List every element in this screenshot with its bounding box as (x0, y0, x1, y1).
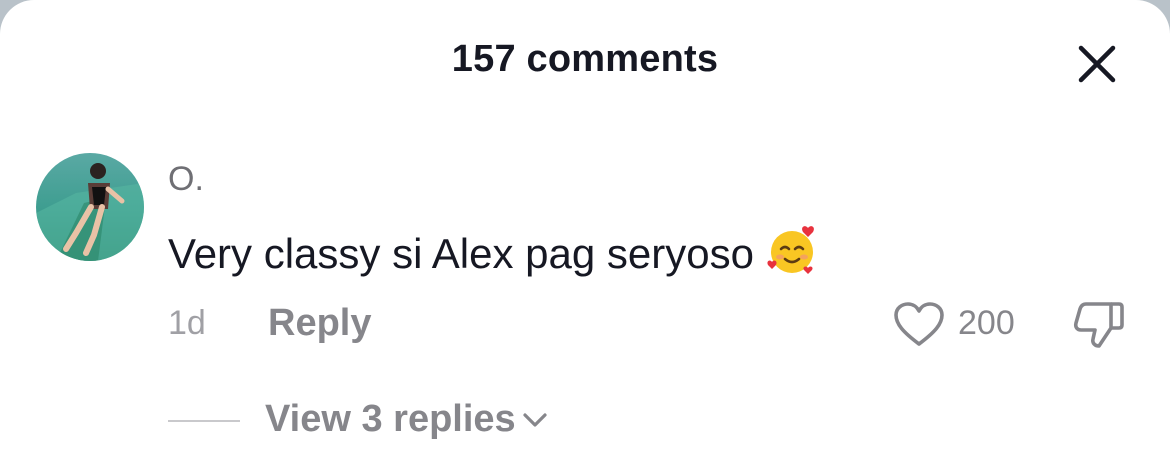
like-count: 200 (958, 304, 1015, 342)
comment-timestamp: 1d (168, 304, 206, 342)
avatar[interactable] (36, 153, 144, 261)
thumbs-down-icon (1073, 302, 1124, 348)
reply-button[interactable]: Reply (268, 302, 371, 345)
heart-icon (894, 302, 944, 346)
view-replies-button[interactable]: View 3 replies (265, 398, 548, 441)
dislike-button[interactable] (1068, 296, 1128, 352)
replies-divider (168, 420, 240, 422)
close-icon (1078, 45, 1116, 83)
close-button[interactable] (1073, 40, 1121, 88)
comment-text: Very classy si Alex pag seryoso (168, 222, 820, 288)
comment-username[interactable]: O. (168, 160, 204, 199)
comments-sheet: 157 comments O. Very classy si Alex pag … (0, 0, 1170, 475)
chevron-down-icon (522, 411, 548, 429)
comment-body: Very classy si Alex pag seryoso (168, 230, 754, 277)
comments-count-title: 157 comments (451, 38, 719, 80)
smiling-face-with-hearts-icon (764, 222, 820, 288)
like-button[interactable] (892, 298, 946, 352)
view-replies-label: View 3 replies (265, 398, 516, 440)
